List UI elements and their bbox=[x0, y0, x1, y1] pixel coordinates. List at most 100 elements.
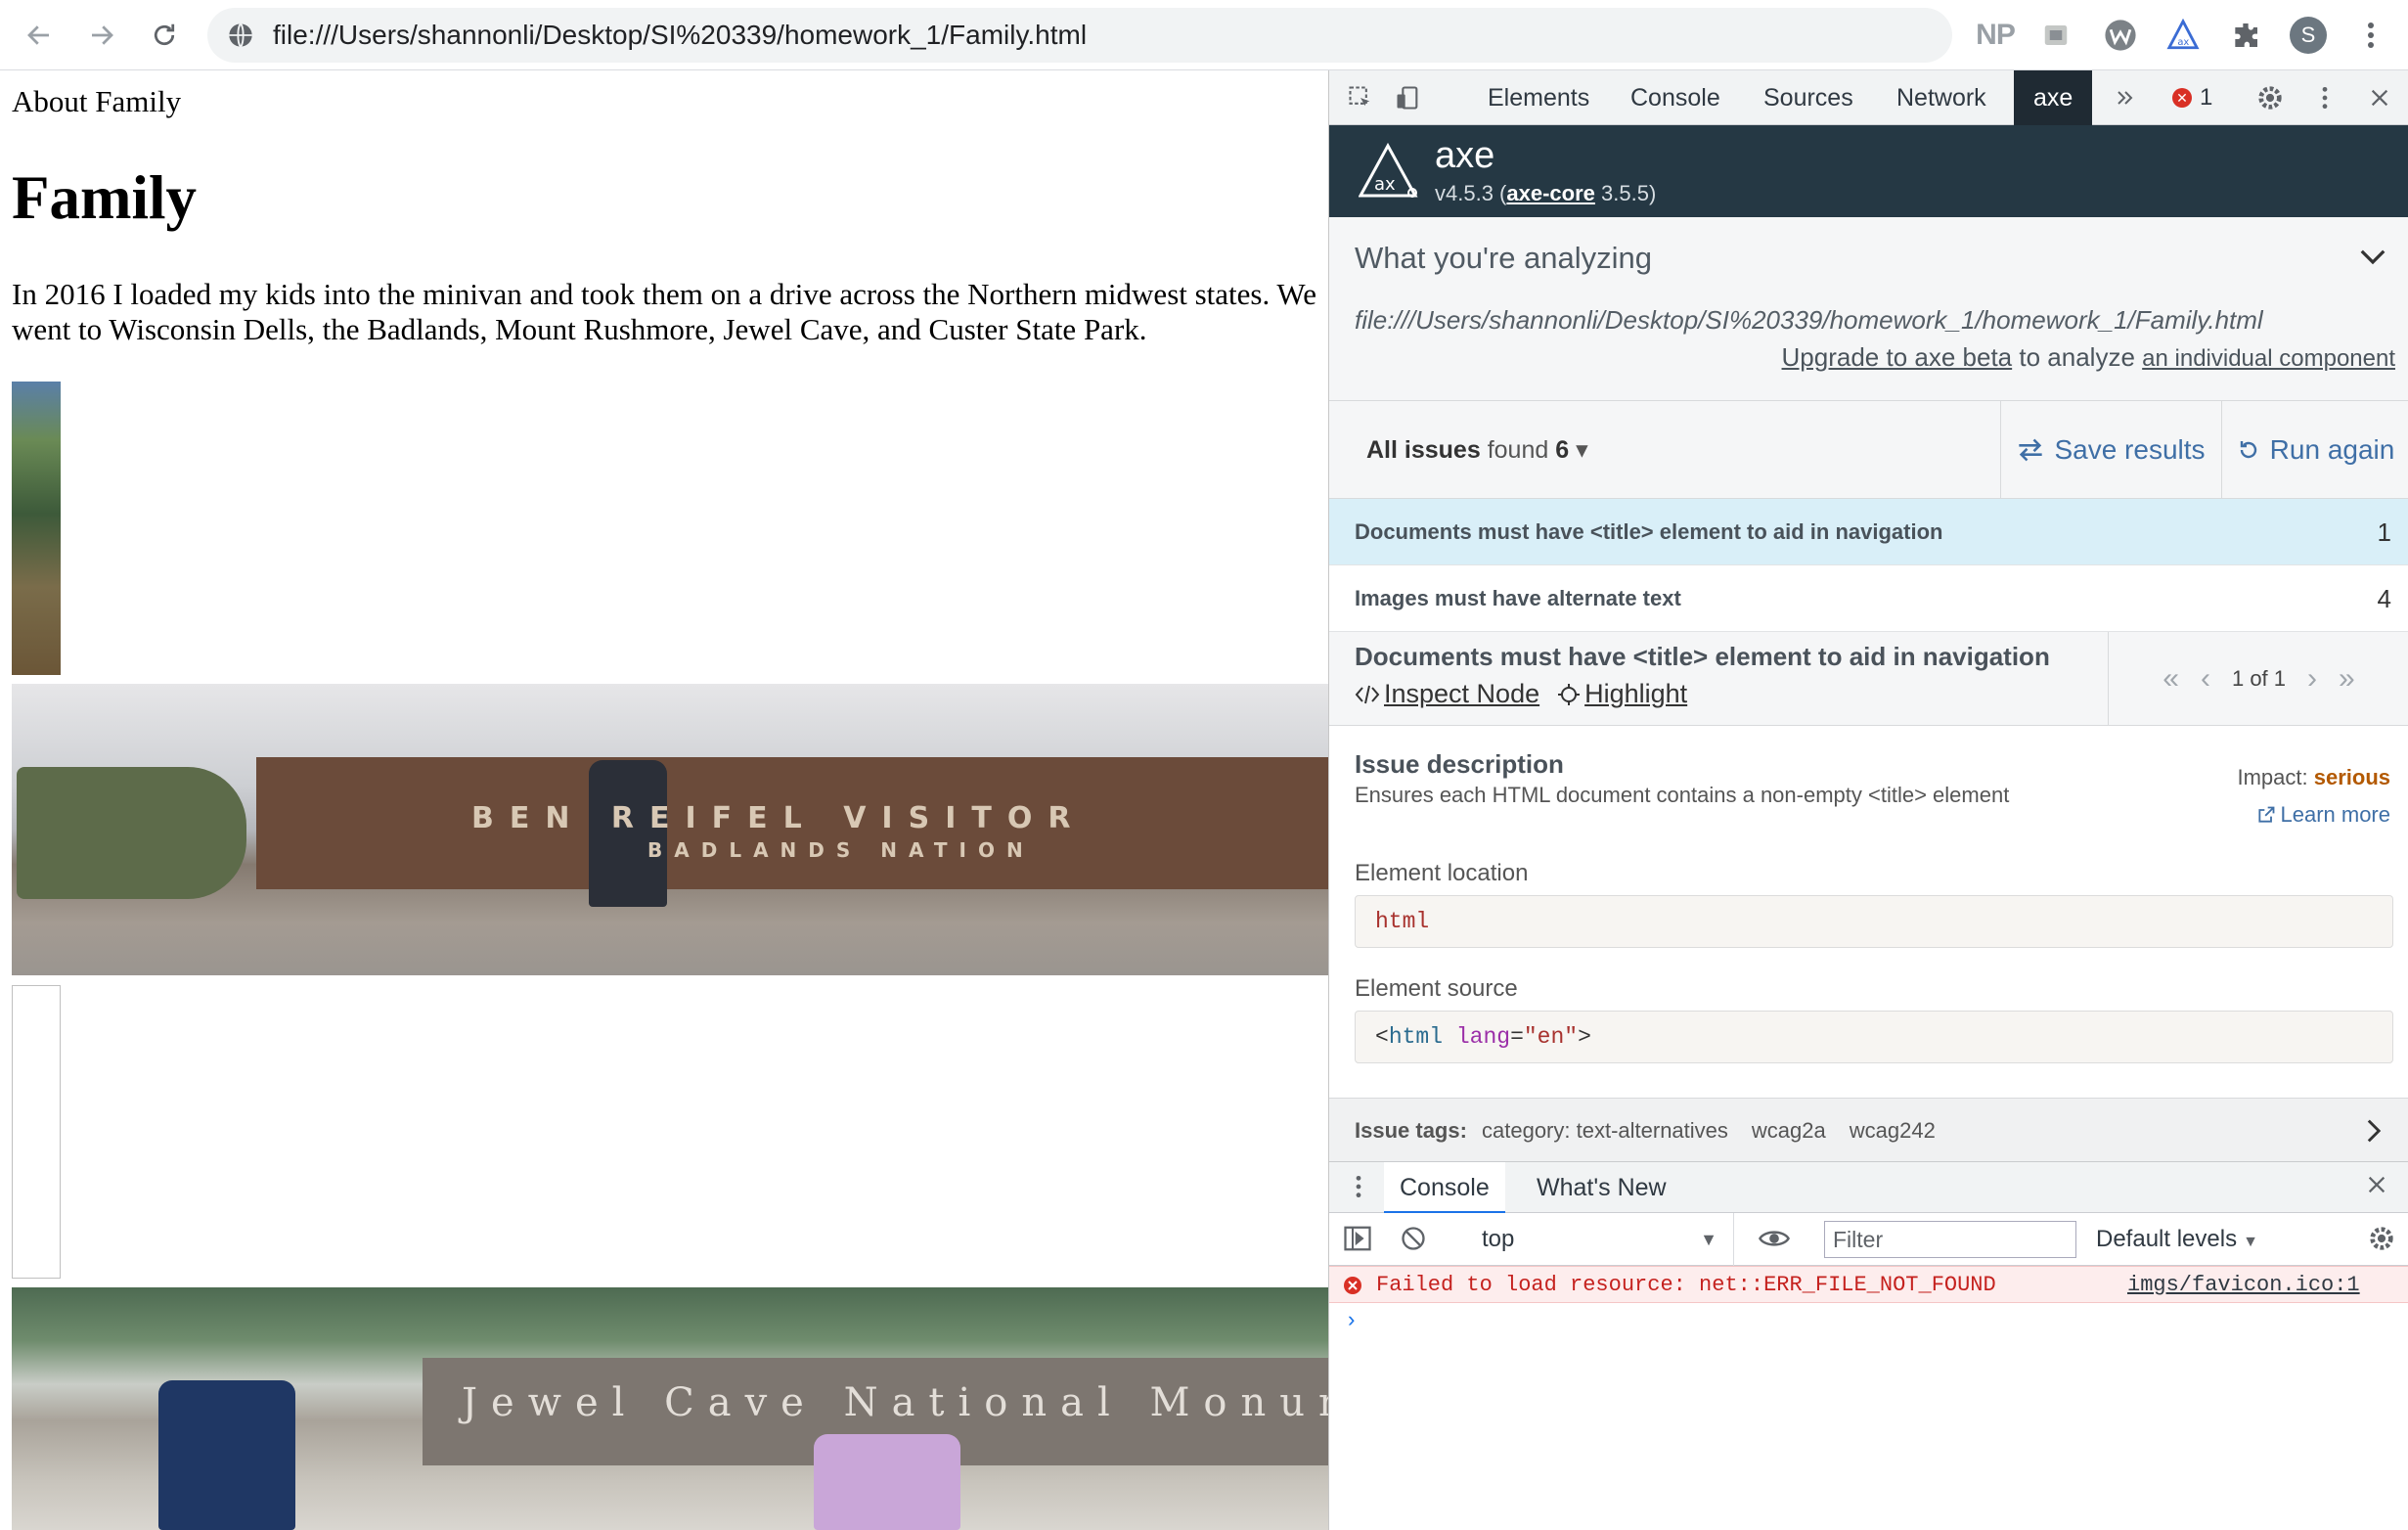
upgrade-link[interactable]: Upgrade to axe beta bbox=[1782, 342, 2013, 372]
console-prompt[interactable]: › bbox=[1345, 1309, 1358, 1333]
context-select[interactable]: top ▼ bbox=[1472, 1213, 1734, 1266]
svg-text:ax: ax bbox=[1374, 174, 1396, 195]
tab-sources[interactable]: Sources bbox=[1763, 70, 1853, 125]
caret-down-icon: ▼ bbox=[2243, 1234, 2258, 1250]
clear-console-icon[interactable] bbox=[1400, 1225, 1427, 1252]
all-issues-dropdown[interactable]: All issues found 6 ▾ bbox=[1366, 401, 1588, 499]
browser-menu-button[interactable] bbox=[2349, 14, 2392, 57]
reload-icon bbox=[154, 23, 175, 46]
show-sidebar-icon[interactable] bbox=[1343, 1225, 1372, 1252]
impact-label: Impact: serious bbox=[2237, 765, 2390, 789]
error-text: Failed to load resource: net::ERR_FILE_N… bbox=[1376, 1273, 1996, 1297]
w-extension-icon[interactable] bbox=[2099, 14, 2142, 57]
svg-text:ax: ax bbox=[2177, 37, 2189, 48]
sign-text-line-1: BEN REIFEL VISITOR bbox=[471, 801, 1087, 835]
individual-component-link[interactable]: an individual component bbox=[2142, 345, 2395, 372]
error-source-link[interactable]: imgs/favicon.ico:1 bbox=[2127, 1267, 2360, 1304]
axe-core-link[interactable]: axe-core bbox=[1506, 181, 1595, 205]
drawer-menu-icon[interactable] bbox=[1355, 1174, 1362, 1199]
devtools-menu-icon[interactable] bbox=[2307, 80, 2342, 115]
issue-tags-list: category: text-alternatives wcag2a wcag2… bbox=[1482, 1099, 1936, 1163]
issue-pager: « ‹ 1 of 1 › » bbox=[2108, 632, 2408, 726]
broken-image-placeholder bbox=[12, 985, 61, 1279]
error-icon: ✕ bbox=[2172, 88, 2192, 108]
issue-count: 4 bbox=[2377, 584, 2391, 613]
issue-row-alt-text[interactable]: Images must have alternate text 4 bbox=[1329, 565, 2408, 632]
tab-elements[interactable]: Elements bbox=[1488, 70, 1589, 125]
highlight-link[interactable]: Highlight bbox=[1557, 679, 1687, 709]
run-again-button[interactable]: Run again bbox=[2221, 401, 2408, 499]
impact-value: serious bbox=[2313, 765, 2390, 789]
axe-extension-icon[interactable]: ax bbox=[2162, 14, 2205, 57]
forward-button[interactable] bbox=[80, 14, 123, 57]
badlands-visitor-center-photo: BEN REIFEL VISITOR BADLANDS NATION bbox=[12, 684, 1328, 975]
live-expression-eye-icon[interactable] bbox=[1758, 1225, 1791, 1252]
console-filter-input[interactable]: Filter bbox=[1824, 1221, 2076, 1258]
console-settings-icon[interactable] bbox=[2368, 1225, 2395, 1252]
refresh-icon bbox=[2240, 441, 2256, 459]
park-service-badge bbox=[17, 767, 246, 899]
console-error-message: Failed to load resource: net::ERR_FILE_N… bbox=[1329, 1266, 2408, 1303]
caret-down-icon: ▼ bbox=[1700, 1230, 1717, 1249]
url-text[interactable]: file:///Users/shannonli/Desktop/SI%20339… bbox=[273, 8, 1087, 63]
issue-row-title[interactable]: Documents must have <title> element to a… bbox=[1329, 499, 2408, 565]
last-page-icon[interactable]: » bbox=[2339, 662, 2355, 696]
device-toolbar-icon[interactable] bbox=[1390, 80, 1425, 115]
more-tabs-icon[interactable] bbox=[2108, 80, 2143, 115]
chevron-down-icon[interactable] bbox=[2358, 247, 2387, 268]
external-link-icon bbox=[2258, 806, 2275, 823]
error-counter[interactable]: ✕ 1 bbox=[2172, 70, 2212, 125]
issue-description-title: Issue description bbox=[1355, 749, 1564, 779]
upgrade-row: Upgrade to axe beta to analyze an indivi… bbox=[1781, 342, 2395, 372]
about-family-text: About Family bbox=[12, 84, 182, 118]
axe-title: axe bbox=[1435, 135, 1495, 176]
child-figure bbox=[814, 1434, 960, 1530]
log-levels-dropdown[interactable]: Default levels ▼ bbox=[2096, 1213, 2258, 1269]
np-extension-icon[interactable]: NP bbox=[1974, 14, 2017, 57]
drawer-close-icon[interactable] bbox=[2366, 1174, 2387, 1195]
save-results-button[interactable]: Save results bbox=[2000, 401, 2221, 499]
issue-tags-bar[interactable]: Issue tags: category: text-alternatives … bbox=[1329, 1098, 2408, 1162]
puzzle-extensions-icon[interactable] bbox=[2224, 14, 2267, 57]
kebab-menu-icon bbox=[2368, 22, 2374, 48]
issue-detail-header: Documents must have <title> element to a… bbox=[1329, 632, 2408, 726]
issue-tags-label: Issue tags: bbox=[1355, 1118, 1467, 1143]
address-bar[interactable]: file:///Users/shannonli/Desktop/SI%20339… bbox=[207, 8, 1952, 63]
axe-version: v4.5.3 (axe-core 3.5.5) bbox=[1435, 181, 1657, 205]
element-location-value: html bbox=[1355, 895, 2393, 948]
issue-count: 1 bbox=[2377, 518, 2391, 547]
inspect-node-link[interactable]: Inspect Node bbox=[1355, 679, 1539, 709]
highlight-icon bbox=[1558, 683, 1581, 705]
chevron-right-icon[interactable] bbox=[2366, 1118, 2382, 1144]
jewel-cave-photo: Jewel Cave National Monum bbox=[12, 1287, 1328, 1530]
reload-button[interactable] bbox=[143, 14, 186, 57]
next-icon[interactable]: › bbox=[2307, 662, 2317, 696]
issue-actions: Inspect Node Highlight bbox=[1355, 679, 1687, 709]
issues-summary-bar: All issues found 6 ▾ Save results Run ag… bbox=[1329, 401, 2408, 499]
arrow-left-icon bbox=[27, 25, 49, 45]
back-button[interactable] bbox=[18, 14, 61, 57]
tab-console[interactable]: Console bbox=[1630, 70, 1720, 125]
previous-icon[interactable]: ‹ bbox=[2201, 662, 2210, 696]
tab-network[interactable]: Network bbox=[1896, 70, 1986, 125]
console-output: Failed to load resource: net::ERR_FILE_N… bbox=[1329, 1266, 2408, 1530]
issue-tag: wcag242 bbox=[1849, 1118, 1936, 1143]
page-paragraph: In 2016 I loaded my kids into the miniva… bbox=[12, 277, 1316, 346]
swap-arrows-icon bbox=[2019, 438, 2043, 462]
devtools-panel: Elements Console Sources Network axe ✕ 1… bbox=[1328, 70, 2408, 1530]
arrow-right-icon bbox=[92, 25, 113, 45]
profile-avatar[interactable]: S bbox=[2287, 14, 2330, 57]
devtools-close-icon[interactable] bbox=[2362, 80, 2397, 115]
first-page-icon[interactable]: « bbox=[2163, 662, 2179, 696]
screen-extension-icon[interactable] bbox=[2034, 14, 2077, 57]
learn-more-link[interactable]: Learn more bbox=[2256, 802, 2390, 828]
drawer-tab-whats-new[interactable]: What's New bbox=[1521, 1162, 1682, 1213]
inspect-element-icon[interactable] bbox=[1343, 80, 1378, 115]
element-source-label: Element source bbox=[1355, 975, 1518, 1002]
tab-axe[interactable]: axe bbox=[2014, 70, 2093, 125]
jewel-cave-sign-text: Jewel Cave National Monum bbox=[462, 1380, 1328, 1425]
drawer-tab-console[interactable]: Console bbox=[1384, 1162, 1505, 1213]
analyzing-url: file:///Users/shannonli/Desktop/SI%20339… bbox=[1355, 305, 2263, 335]
devtools-settings-icon[interactable] bbox=[2252, 80, 2288, 115]
devtools-tab-bar: Elements Console Sources Network axe ✕ 1 bbox=[1329, 70, 2408, 125]
